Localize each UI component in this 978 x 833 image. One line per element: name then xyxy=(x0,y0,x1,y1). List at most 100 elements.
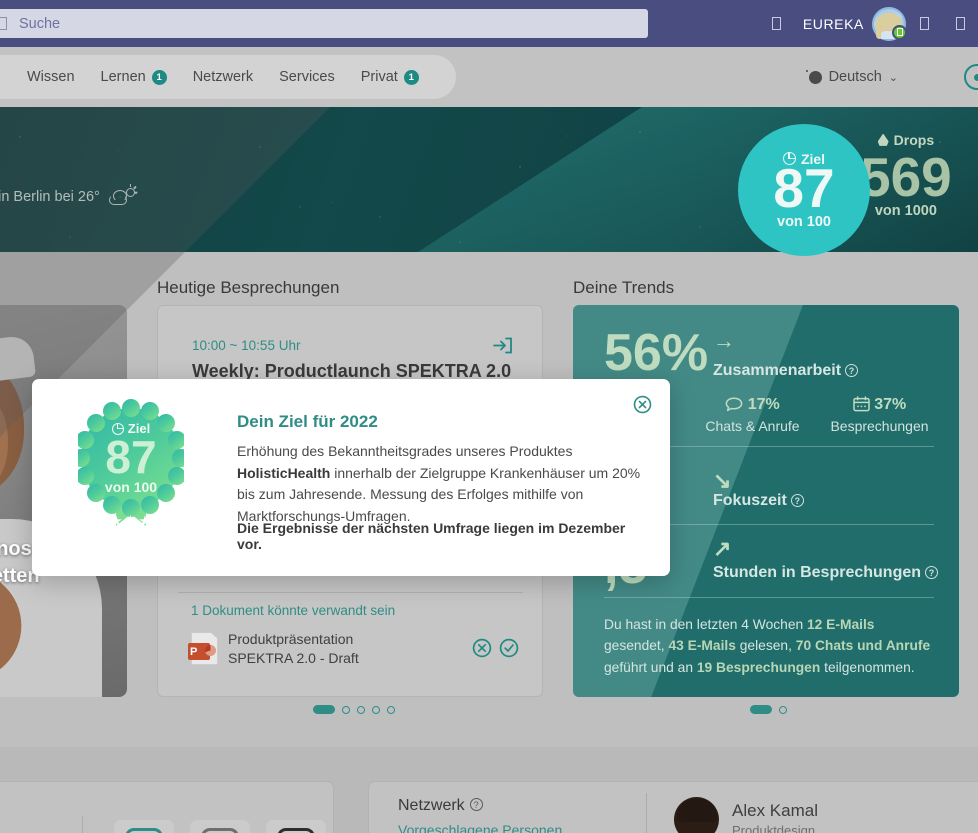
language-label: Deutsch xyxy=(828,69,882,85)
chat-bubble-icon xyxy=(725,396,747,413)
reject-icon[interactable] xyxy=(472,638,492,663)
help-icon[interactable]: ? xyxy=(845,364,859,377)
menu-icon[interactable] xyxy=(942,17,978,30)
sub-metric-meetings: 37% Besprechungen xyxy=(812,396,947,434)
goal-badge-rosette: ★★★ Ziel 87 von 100 xyxy=(78,396,184,536)
tile-3[interactable] xyxy=(266,820,326,833)
divider xyxy=(82,816,83,833)
trends-pagination[interactable] xyxy=(750,705,787,714)
apps-icon[interactable] xyxy=(759,17,795,30)
nav-item-privat[interactable]: Privat 1 xyxy=(348,69,432,85)
highlight-text: HolisticHealth xyxy=(237,464,331,481)
rosette-of: von 100 xyxy=(104,479,158,495)
rosette-value: 87 xyxy=(105,431,157,483)
person-name: Alex Kamal xyxy=(732,801,818,820)
powerpoint-file-icon: P xyxy=(188,632,218,666)
tile-2[interactable] xyxy=(190,820,250,833)
plain-text: Du hast in den letzten 4 Wochen xyxy=(604,617,807,632)
modal-title: Dein Ziel für 2022 xyxy=(237,412,378,431)
goal-of: von 100 xyxy=(777,213,831,230)
divider xyxy=(646,793,647,833)
pagination-dot[interactable] xyxy=(387,705,395,714)
trends-summary: Du hast in den letzten 4 Wochen 12 E-Mai… xyxy=(604,614,934,678)
help-icon[interactable] xyxy=(964,64,978,90)
pagination-dot[interactable] xyxy=(342,705,350,714)
chevron-down-icon: ⌄ xyxy=(888,71,898,84)
plain-text: gelesen, xyxy=(735,638,796,654)
tile-1[interactable] xyxy=(114,820,174,833)
app-root: Suche EUREKA Wissen Lernen 1 Netzwerk Se… xyxy=(0,0,978,833)
highlight-text: 19 Besprechungen xyxy=(696,659,821,675)
hours-label: Stunden in Besprechungen? xyxy=(713,564,939,582)
plain-text: gesendet, xyxy=(604,638,669,654)
nav-item-services[interactable]: Services xyxy=(266,69,348,85)
search-placeholder: Suche xyxy=(19,15,61,32)
network-title: Netzwerk? xyxy=(398,797,483,815)
search-input[interactable]: Suche xyxy=(0,9,648,38)
doc-actions xyxy=(472,638,519,663)
nav-item-netzwerk[interactable]: Netzwerk xyxy=(180,69,266,85)
hours-trend-arrow: ↗ xyxy=(713,536,732,561)
nav-item-lernen[interactable]: Lernen 1 xyxy=(88,69,180,85)
nav-item-wissen[interactable]: Wissen xyxy=(14,69,88,85)
highlight-text: 43 E-Mails xyxy=(668,638,736,654)
close-icon[interactable] xyxy=(633,395,652,414)
nav-label: Services xyxy=(279,69,335,85)
language-selector[interactable]: Deutsch ⌄ xyxy=(805,69,898,85)
nav-pill: Wissen Lernen 1 Netzwerk Services Privat… xyxy=(0,55,456,99)
rosette-content: Ziel 87 von 100 xyxy=(78,396,184,520)
highlight-text: 70 Chats und Anrufe xyxy=(795,638,931,654)
person-card[interactable]: Alex Kamal Produktdesign xyxy=(674,797,818,833)
meetings-value: 37% xyxy=(874,396,907,413)
focus-trend-arrow: ↘ xyxy=(713,468,732,493)
top-bar-right: EUREKA xyxy=(759,0,978,47)
doc-row[interactable]: P Produktpräsentation SPEKTRA 2.0 - Draf… xyxy=(188,630,359,668)
plain-text: Erhöhung des Bekanntheitsgrades unseres … xyxy=(237,443,573,459)
doc-note: 1 Dokument könnte verwandt sein xyxy=(191,603,396,618)
trends-divider-3 xyxy=(604,597,934,598)
pagination-dot[interactable] xyxy=(357,705,365,714)
pie-chart-icon xyxy=(782,152,796,165)
pagination-dot[interactable] xyxy=(779,705,787,714)
network-title-text: Netzwerk xyxy=(398,797,465,814)
drops-value: 569 xyxy=(860,146,952,208)
suggested-people-label[interactable]: Vorgeschlagene Personen xyxy=(398,822,562,833)
sub-metric-chats: 17% Chats & Anrufe xyxy=(690,396,815,434)
enter-meeting-icon[interactable] xyxy=(493,337,512,354)
pagination-dot[interactable] xyxy=(750,705,772,714)
chats-value: 17% xyxy=(747,396,780,413)
meetings-divider xyxy=(178,592,523,593)
meetings-name: Besprechungen xyxy=(830,418,929,434)
help-icon[interactable]: ? xyxy=(925,566,939,579)
weather-text: g in Berlin bei 26° xyxy=(0,189,100,205)
person-role: Produktdesign xyxy=(732,823,816,833)
nav-badge: 1 xyxy=(403,69,419,85)
doc-name-line1: Produktpräsentation xyxy=(228,631,354,647)
hours-label-text: Stunden in Besprechungen xyxy=(713,564,922,581)
avatar[interactable] xyxy=(872,6,907,41)
brand-label: EUREKA xyxy=(802,15,864,32)
droplet-icon xyxy=(877,133,889,146)
nav-label: Wissen xyxy=(27,69,75,85)
nav-label: Netzwerk xyxy=(192,69,254,85)
nav-badge: 1 xyxy=(151,69,167,85)
help-icon[interactable]: ? xyxy=(469,798,483,811)
meeting-time: 10:00 ~ 10:55 Uhr xyxy=(192,338,301,353)
pie-chart-icon xyxy=(111,422,124,435)
partly-cloudy-icon xyxy=(108,184,138,206)
meetings-pagination[interactable] xyxy=(313,705,395,714)
chats-name: Chats & Anrufe xyxy=(705,418,800,434)
accept-icon[interactable] xyxy=(499,638,519,663)
help-icon[interactable]: ? xyxy=(790,494,804,507)
pagination-dot[interactable] xyxy=(313,705,335,714)
collaboration-trend-arrow: → xyxy=(713,328,735,353)
goal-value: 87 xyxy=(773,156,835,219)
bell-icon[interactable] xyxy=(906,17,942,30)
trends-section-title: Deine Trends xyxy=(573,278,675,297)
goal-circle[interactable]: Ziel 87 von 100 xyxy=(738,124,870,256)
nav-bar: Wissen Lernen 1 Netzwerk Services Privat… xyxy=(0,47,978,107)
collaboration-label: Zusammenarbeit? xyxy=(713,362,859,380)
pagination-dot[interactable] xyxy=(372,705,380,714)
collaboration-value: 56% xyxy=(604,324,709,382)
nav-label: Privat xyxy=(360,69,398,85)
